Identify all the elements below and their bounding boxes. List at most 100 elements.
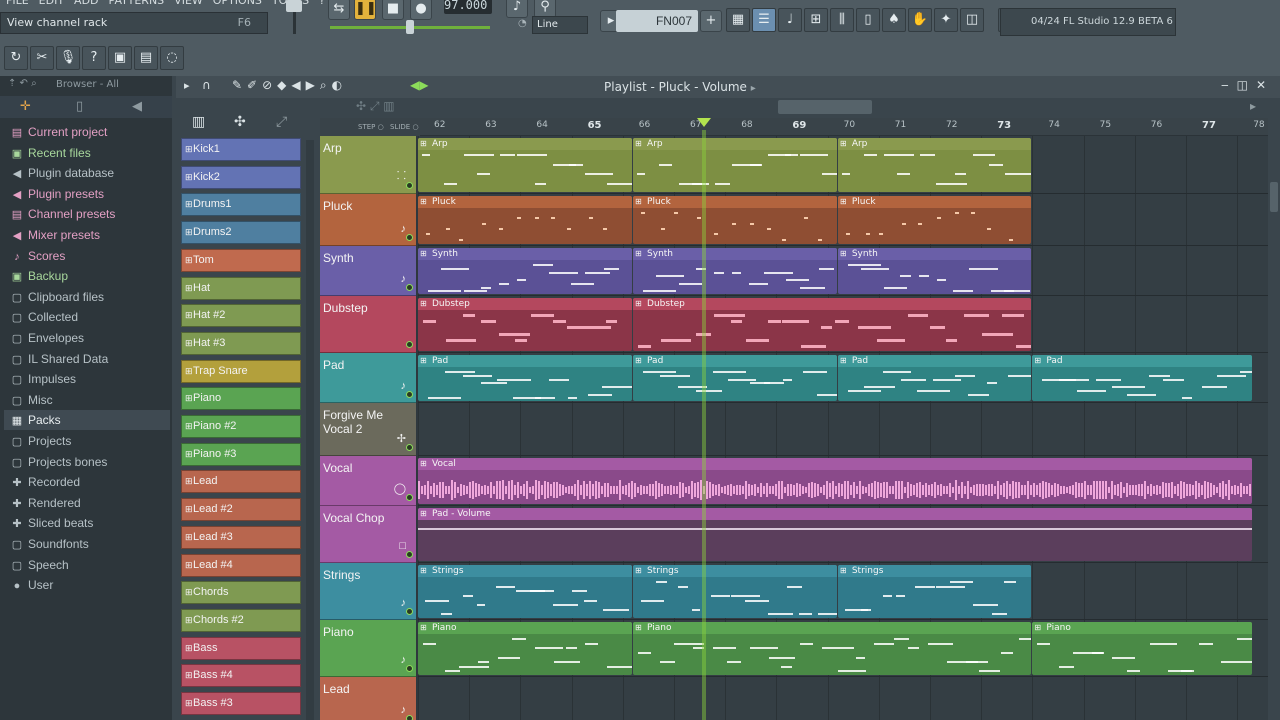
channel-button[interactable]: ⊞Hat — [181, 276, 301, 300]
master-volume-knob[interactable] — [282, 0, 312, 40]
group-icon[interactable]: ✣ — [234, 114, 246, 130]
channel-button[interactable]: ⊞Chords #2 — [181, 608, 301, 632]
slide-toggle[interactable]: SLIDE ○ — [390, 123, 419, 131]
pattern-clip[interactable]: Dubstep — [418, 298, 633, 351]
track-header[interactable]: Piano ♪ — [320, 620, 416, 677]
horizontal-scrollbar[interactable] — [778, 100, 872, 114]
pause-button[interactable]: ❚❚ — [354, 0, 377, 20]
browser-item[interactable]: ▢ Envelopes — [10, 328, 84, 348]
channel-button[interactable]: ⊞Kick2 — [181, 165, 301, 189]
pattern-clip[interactable]: Pad — [1032, 355, 1252, 401]
track-header[interactable]: Vocal Chop □ — [320, 506, 416, 563]
tab-files-icon[interactable]: ▯ — [76, 99, 83, 114]
browser-item[interactable]: ▣ Recent files — [10, 143, 91, 163]
timeline-ruler[interactable]: 62 63 64 65 66 67 68 69 70 71 72 73 74 75 76 77 78 — [420, 118, 1268, 136]
track-tool-icons[interactable]: ✣ ⤢ ▥ — [356, 99, 395, 114]
project-icon[interactable]: ✦ — [934, 8, 958, 32]
save-icon[interactable]: ▣ — [108, 46, 132, 70]
add-pattern-button[interactable]: + — [700, 10, 722, 32]
touch-controller-icon[interactable]: ✋ — [908, 8, 932, 32]
pattern-clip[interactable]: Strings — [633, 565, 837, 618]
cut-tools-icon[interactable]: ✂ — [30, 46, 54, 70]
track-mute-toggle[interactable] — [406, 182, 413, 189]
browser-item[interactable]: ♪ Scores — [10, 246, 65, 266]
track-lane[interactable]: PianoPianoPiano — [418, 620, 1268, 677]
pattern-clip[interactable]: Synth — [633, 248, 837, 294]
channel-button[interactable]: ⊞Hat #2 — [181, 304, 301, 328]
metronome-icon[interactable]: ♪ — [506, 0, 528, 18]
track-header[interactable]: Lead ♪ — [320, 677, 416, 720]
browser-item[interactable]: ▢ Projects — [10, 431, 72, 451]
browser-item[interactable]: ◀ Plugin database — [10, 163, 114, 183]
news-panel[interactable]: 04/24 FL Studio 12.9 BETA 6 — [1000, 8, 1176, 36]
browser-item[interactable]: ◀ Plugin presets — [10, 184, 104, 204]
pattern-clip[interactable]: Arp — [837, 138, 1032, 192]
playlist-icon[interactable]: ▦ — [726, 8, 750, 32]
channel-button[interactable]: ⊞Bass — [181, 636, 301, 660]
channel-rack-icon[interactable]: ⊞ — [804, 8, 828, 32]
pattern-clip[interactable]: Piano — [633, 622, 1032, 675]
channel-button[interactable]: ⊞Drums2 — [181, 221, 301, 245]
pattern-clip[interactable]: Pad - Volume — [418, 508, 1252, 561]
browser-item[interactable]: ▢ IL Shared Data — [10, 349, 108, 369]
channel-button[interactable]: ⊞Drums1 — [181, 193, 301, 217]
track-lane[interactable]: Vocal — [418, 456, 1268, 506]
track-mute-toggle[interactable] — [406, 608, 413, 615]
record-button[interactable]: ● — [410, 0, 432, 20]
track-mute-toggle[interactable] — [406, 665, 413, 672]
pattern-clip[interactable]: Dubstep — [633, 298, 1032, 351]
pattern-selector[interactable]: FN007 — [616, 10, 698, 32]
track-mute-toggle[interactable] — [406, 341, 413, 348]
browser-item[interactable]: ▢ Speech — [10, 555, 69, 575]
pattern-clip[interactable]: Pad — [633, 355, 837, 401]
browser-item[interactable]: ▢ Misc — [10, 390, 53, 410]
pattern-clip[interactable]: Arp — [633, 138, 837, 192]
playlist-tools-icons[interactable]: ✎✐⊘◆◀▶⌕◐ — [232, 78, 347, 93]
track-lane[interactable]: DubstepDubstep — [418, 296, 1268, 353]
track-lane[interactable]: ArpArpArp — [418, 136, 1268, 194]
track-lane[interactable] — [418, 677, 1268, 720]
browser-item[interactable]: ◀ Mixer presets — [10, 225, 100, 245]
pitch-slider-handle[interactable] — [406, 20, 414, 34]
track-header[interactable]: Strings ♪ — [320, 563, 416, 620]
pattern-clip[interactable]: Pluck — [633, 196, 837, 244]
pattern-clip[interactable]: Pad — [418, 355, 633, 401]
track-lane[interactable] — [418, 403, 1268, 456]
menu-item[interactable]: VIEW — [174, 0, 203, 7]
save-as-icon[interactable]: ▤ — [134, 46, 158, 70]
waveform-icon[interactable]: ▥ — [192, 114, 205, 130]
browser-item[interactable]: ● User — [10, 575, 54, 595]
browser-item[interactable]: ✚ Recorded — [10, 472, 80, 492]
stop-button[interactable]: ■ — [382, 0, 404, 20]
tab-plugins-icon[interactable]: ◀ — [132, 99, 142, 114]
menu-item[interactable]: OPTIONS — [213, 0, 262, 7]
menu-item[interactable]: FILE — [6, 0, 29, 7]
microphone-icon[interactable]: 🎙 — [56, 46, 80, 70]
track-mute-toggle[interactable] — [406, 494, 413, 501]
tab-all-icon[interactable]: ✛ — [20, 99, 31, 114]
tempo-display[interactable]: 97.000 — [444, 0, 492, 14]
pattern-clip[interactable]: Piano — [418, 622, 633, 675]
track-header[interactable]: Pad ♪ — [320, 353, 416, 403]
menu-item[interactable]: EDIT — [39, 0, 64, 7]
browser-nav-icons[interactable]: ⇡ ↶ ⌕ — [8, 78, 37, 89]
channel-button[interactable]: ⊞Hat #3 — [181, 331, 301, 355]
track-header[interactable]: Synth ♪ — [320, 246, 416, 296]
magnet-icon[interactable]: ∩ — [202, 78, 211, 92]
menu-item[interactable]: ADD — [74, 0, 98, 7]
playlist-arrows-icon[interactable]: ◀▶ — [410, 78, 428, 92]
pattern-clip[interactable]: Strings — [418, 565, 633, 618]
pattern-clip[interactable]: Strings — [837, 565, 1032, 618]
track-lane[interactable]: PadPadPadPad — [418, 353, 1268, 403]
browser-item[interactable]: ▢ Projects bones — [10, 452, 108, 472]
menu-item[interactable]: ? — [319, 0, 325, 7]
channel-button[interactable]: ⊞Lead #3 — [181, 525, 301, 549]
arrow-icon[interactable]: ▸ — [184, 79, 190, 92]
track-mute-toggle[interactable] — [406, 551, 413, 558]
channel-button[interactable]: ⊞Chords — [181, 581, 301, 605]
scroll-right-icon[interactable]: ▸ — [1250, 99, 1256, 113]
track-header[interactable]: Dubstep — [320, 296, 416, 353]
refresh-icon[interactable]: ↻ — [4, 46, 28, 70]
channel-button[interactable]: ⊞Trap Snare — [181, 359, 301, 383]
piano-roll-icon[interactable]: ♩ — [778, 8, 802, 32]
